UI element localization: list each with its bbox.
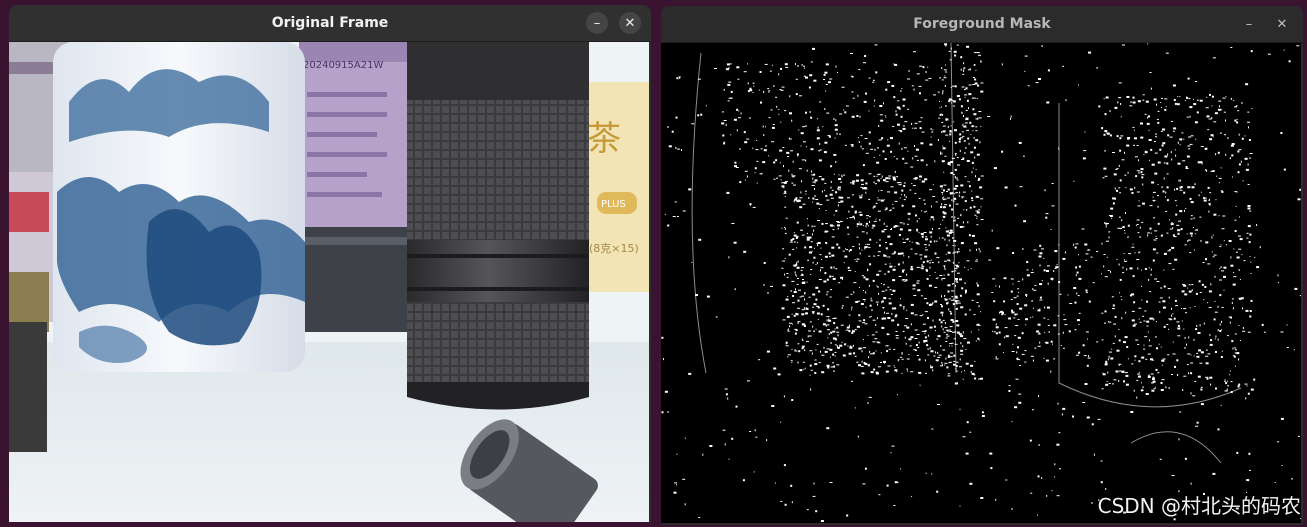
box-badge: PLUS [601, 199, 626, 210]
minimize-icon[interactable]: – [1238, 13, 1260, 35]
box-char: 茶 [587, 119, 621, 159]
titlebar-original[interactable]: Original Frame – ✕ [9, 5, 651, 42]
foreground-mask-window: Foreground Mask – ✕ [661, 6, 1303, 525]
original-frame-window: Original Frame – ✕ 茶 PLUS (8克×15) 202409… [9, 5, 651, 522]
window-title-mask: Foreground Mask [913, 16, 1051, 32]
window-title-original: Original Frame [271, 15, 389, 31]
box-note: (8克×15) [589, 242, 639, 255]
canister-code: 20240915A21W [303, 60, 383, 71]
watermark: CSDN @村北头的码农 [1097, 494, 1301, 518]
titlebar-mask[interactable]: Foreground Mask – ✕ [661, 6, 1303, 43]
close-icon[interactable]: ✕ [619, 12, 641, 34]
close-icon[interactable]: ✕ [1271, 13, 1293, 35]
minimize-icon[interactable]: – [586, 12, 608, 34]
original-frame-image: 茶 PLUS (8克×15) 20240915A21W [9, 42, 649, 522]
foreground-mask-image [661, 43, 1301, 523]
